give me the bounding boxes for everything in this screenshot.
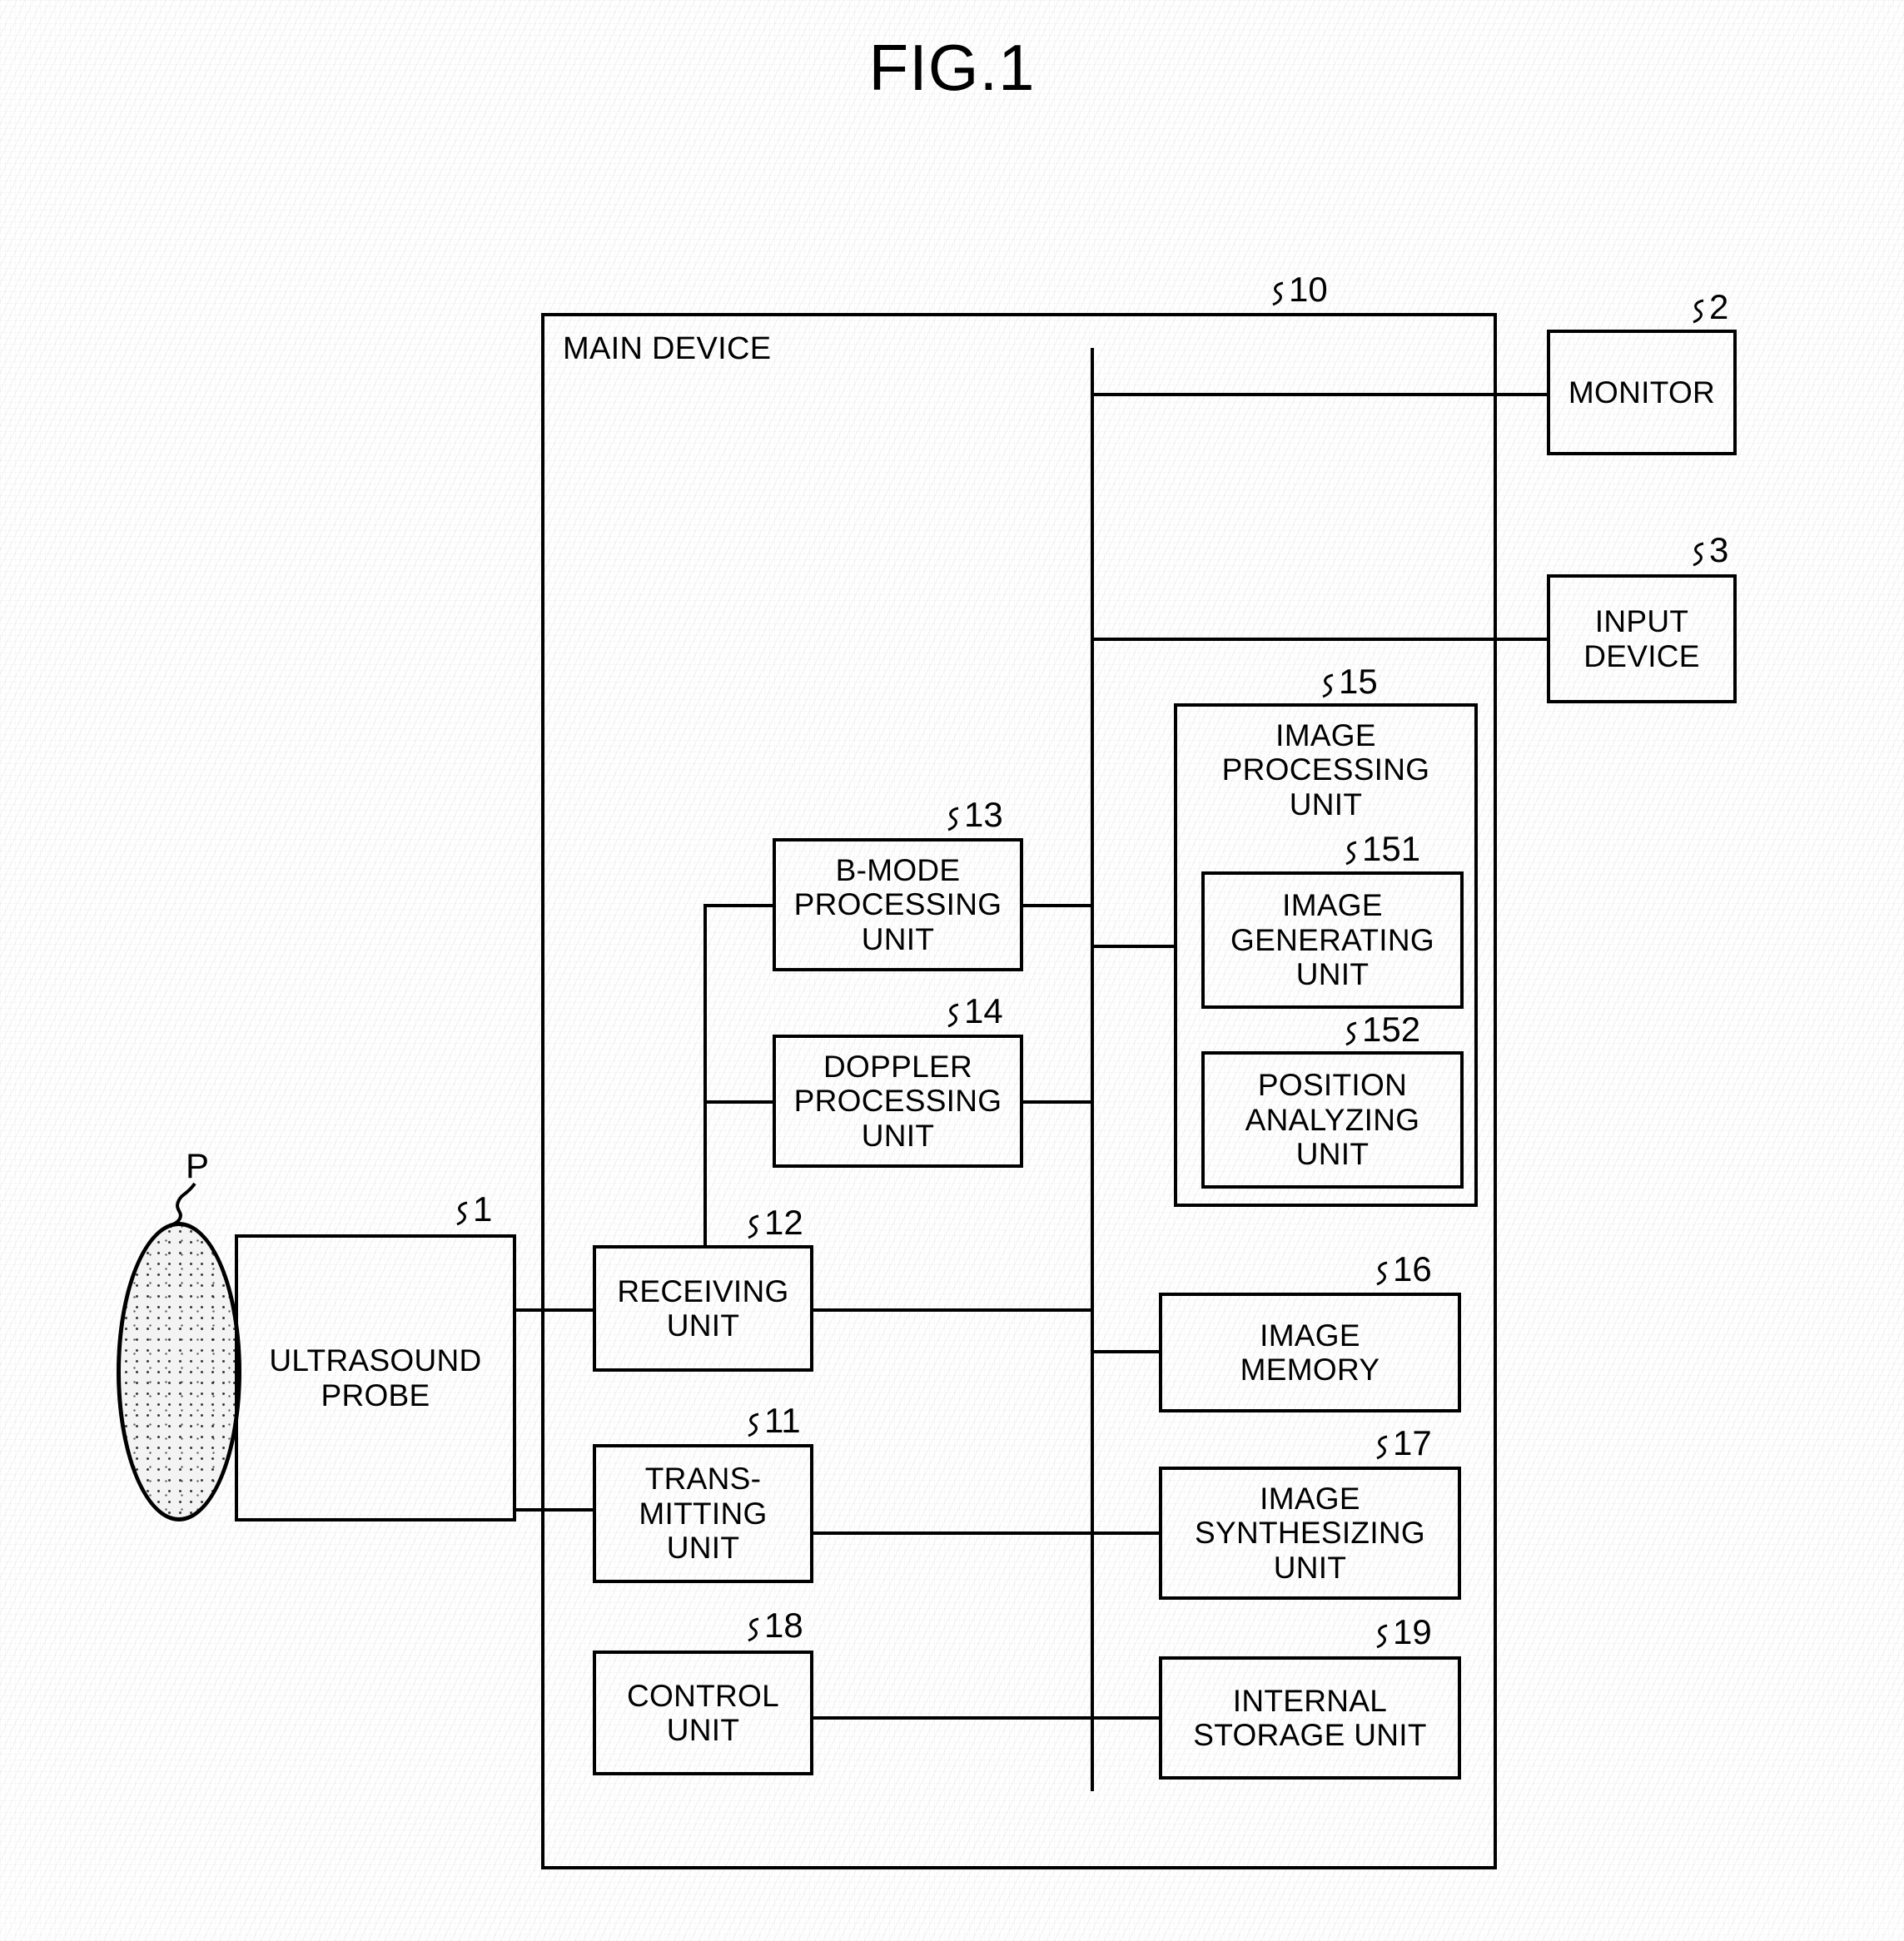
internal-bus-vertical-line xyxy=(1091,348,1094,1791)
ref-main-device-text: 10 xyxy=(1289,270,1328,309)
ref-image-processing-unit-text: 15 xyxy=(1339,662,1378,701)
leader-squiggle-icon xyxy=(745,1617,762,1642)
leader-squiggle-icon xyxy=(1343,1021,1360,1046)
internal-storage-unit-block[interactable]: INTERNAL STORAGE UNIT xyxy=(1159,1656,1461,1780)
image-synthesizing-unit-block[interactable]: IMAGE SYNTHESIZING UNIT xyxy=(1159,1467,1461,1600)
leader-squiggle-icon xyxy=(745,1214,762,1239)
connector-bus-to-input-device xyxy=(1091,638,1549,641)
image-generating-unit-block[interactable]: IMAGE GENERATING UNIT xyxy=(1201,871,1464,1009)
ref-ultrasound-probe: 1 xyxy=(454,1192,492,1227)
image-memory-block[interactable]: IMAGE MEMORY xyxy=(1159,1293,1461,1412)
leader-squiggle-icon xyxy=(1374,1435,1390,1460)
ref-image-memory: 16 xyxy=(1374,1252,1432,1287)
ultrasound-probe-block[interactable]: ULTRASOUND PROBE xyxy=(235,1234,516,1522)
leader-squiggle-icon xyxy=(745,1412,762,1437)
leader-squiggle-icon xyxy=(1270,281,1286,306)
connector-bus-to-monitor xyxy=(1091,393,1549,396)
ref-control-unit-text: 18 xyxy=(764,1606,803,1645)
ref-transmitting-unit: 11 xyxy=(745,1403,801,1438)
connector-bus-to-image-processing-unit xyxy=(1091,945,1176,948)
ref-input-device-text: 3 xyxy=(1709,530,1729,569)
ref-image-generating-unit: 151 xyxy=(1343,832,1420,866)
leader-squiggle-icon xyxy=(945,807,962,832)
patient-label: P xyxy=(186,1146,210,1185)
connector-bus-to-internal-storage-unit xyxy=(1091,1716,1161,1720)
ref-transmitting-unit-text: 11 xyxy=(764,1401,801,1440)
main-device-label: MAIN DEVICE xyxy=(563,331,772,366)
ref-receiving-unit-text: 12 xyxy=(764,1203,803,1242)
leader-squiggle-icon xyxy=(1374,1624,1390,1649)
connector-receiving-riser xyxy=(703,904,707,1247)
leader-squiggle-icon xyxy=(1320,673,1336,698)
connector-riser-to-b-mode xyxy=(703,904,774,907)
ref-position-analyzing-unit: 152 xyxy=(1343,1012,1420,1047)
connector-bus-to-image-synthesizing-unit xyxy=(1091,1531,1161,1535)
ref-image-synthesizing-unit: 17 xyxy=(1374,1426,1432,1461)
ref-internal-storage-unit-text: 19 xyxy=(1393,1612,1432,1651)
leader-squiggle-icon xyxy=(1374,1261,1390,1286)
ref-monitor-text: 2 xyxy=(1709,287,1729,326)
figure-title: FIG.1 xyxy=(868,31,1036,104)
b-mode-processing-unit-block[interactable]: B-MODE PROCESSING UNIT xyxy=(773,838,1023,971)
receiving-unit-block[interactable]: RECEIVING UNIT xyxy=(593,1245,813,1372)
connector-transmitting-unit-to-bus xyxy=(812,1531,1092,1535)
monitor-block[interactable]: MONITOR xyxy=(1547,330,1737,455)
doppler-processing-unit-block[interactable]: DOPPLER PROCESSING UNIT xyxy=(773,1035,1023,1168)
ref-ultrasound-probe-text: 1 xyxy=(473,1189,493,1229)
patient-body-ellipse xyxy=(117,1222,241,1522)
input-device-block[interactable]: INPUT DEVICE xyxy=(1547,574,1737,703)
connector-probe-to-receiving-unit xyxy=(515,1308,594,1312)
image-processing-unit-label: IMAGE PROCESSING UNIT xyxy=(1221,718,1430,822)
leader-squiggle-icon xyxy=(1343,841,1360,866)
connector-receiving-unit-to-bus xyxy=(812,1308,1092,1312)
ref-internal-storage-unit: 19 xyxy=(1374,1615,1432,1650)
ref-b-mode-processing-unit: 13 xyxy=(945,797,1003,832)
connector-control-unit-to-bus xyxy=(812,1716,1092,1720)
ref-input-device: 3 xyxy=(1690,533,1728,568)
ref-monitor: 2 xyxy=(1690,290,1728,325)
ref-image-memory-text: 16 xyxy=(1393,1249,1432,1288)
control-unit-block[interactable]: CONTROL UNIT xyxy=(593,1651,813,1775)
position-analyzing-unit-block[interactable]: POSITION ANALYZING UNIT xyxy=(1201,1051,1464,1189)
connector-riser-to-doppler xyxy=(703,1100,774,1104)
connector-probe-to-transmitting-unit xyxy=(515,1508,594,1512)
connector-b-mode-to-bus xyxy=(1022,904,1092,907)
ref-b-mode-processing-unit-text: 13 xyxy=(964,795,1003,834)
ref-image-generating-unit-text: 151 xyxy=(1362,829,1421,868)
leader-squiggle-icon xyxy=(1690,542,1707,567)
ref-receiving-unit: 12 xyxy=(745,1205,803,1240)
ref-control-unit: 18 xyxy=(745,1608,803,1643)
patent-figure-sheet: FIG.1 P ULTRASOUND PROBE 1 MAIN DEVICE 1… xyxy=(0,0,1904,1941)
ref-position-analyzing-unit-text: 152 xyxy=(1362,1010,1421,1049)
connector-bus-to-image-memory xyxy=(1091,1350,1161,1353)
ref-doppler-processing-unit-text: 14 xyxy=(964,991,1003,1030)
leader-squiggle-icon xyxy=(454,1201,470,1226)
ref-image-synthesizing-unit-text: 17 xyxy=(1393,1423,1432,1462)
transmitting-unit-block[interactable]: TRANS- MITTING UNIT xyxy=(593,1444,813,1583)
connector-doppler-to-bus xyxy=(1022,1100,1092,1104)
patient-leader-line xyxy=(168,1182,196,1229)
leader-squiggle-icon xyxy=(1690,299,1707,324)
ref-doppler-processing-unit: 14 xyxy=(945,994,1003,1029)
ref-image-processing-unit: 15 xyxy=(1320,664,1378,699)
leader-squiggle-icon xyxy=(945,1003,962,1028)
ref-main-device: 10 xyxy=(1270,272,1328,307)
